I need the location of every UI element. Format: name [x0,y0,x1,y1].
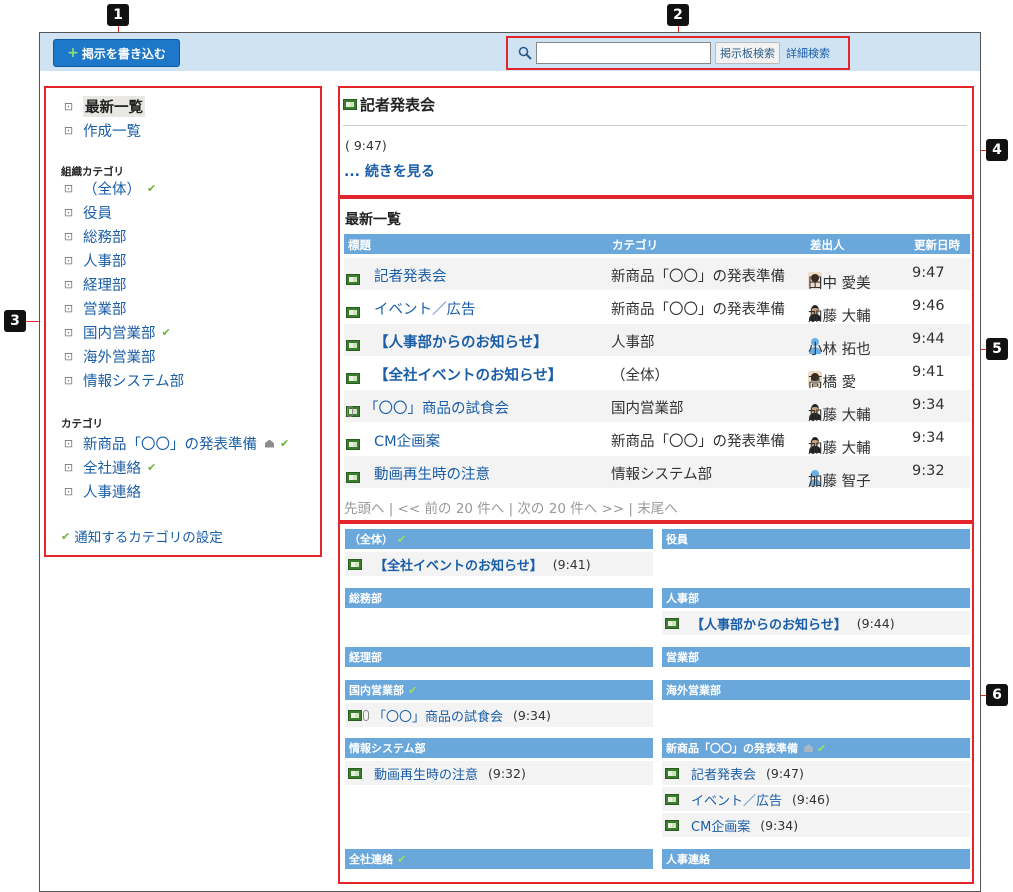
post-button-label: 掲示を書き込む [81,46,166,61]
post-button[interactable]: + 掲示を書き込む [53,39,180,67]
marker-4: 4 [986,139,1008,161]
plus-icon: + [67,45,79,61]
marker-1: 1 [107,4,129,26]
highlight-box-4 [338,86,974,197]
highlight-box-2 [506,36,850,70]
marker-2: 2 [667,4,689,26]
marker-6: 6 [986,684,1008,706]
marker-3: 3 [4,310,26,332]
highlight-box-6 [338,522,974,884]
marker-5: 5 [986,338,1008,360]
highlight-box-5 [338,197,974,522]
highlight-box-3 [44,86,322,557]
